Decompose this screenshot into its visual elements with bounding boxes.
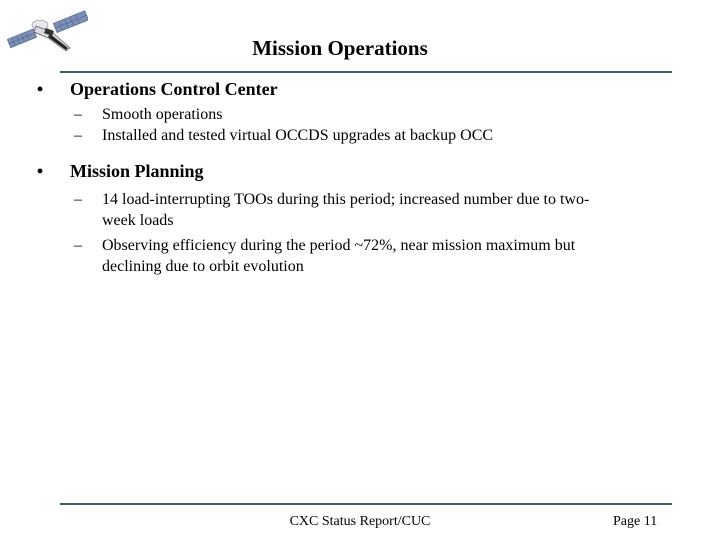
header-divider [60,71,672,73]
slide-content: • Operations Control Center – Smooth ope… [30,78,670,281]
sub-bullet: – Observing efficiency during the period… [30,235,622,277]
section-heading: Operations Control Center [70,79,278,99]
slide-title: Mission Operations [252,36,428,60]
sub-bullet: – Smooth operations [30,104,670,125]
section-mission-planning: • Mission Planning – 14 load-interruptin… [30,160,670,277]
section-heading: Mission Planning [70,161,204,181]
sub-bullet-text: Observing efficiency during the period ~… [102,237,576,275]
dash-icon: – [74,191,82,208]
bullet-icon: • [36,161,44,181]
dash-icon: – [74,106,82,123]
bullet-heading: • Mission Planning [30,160,670,182]
dash-icon: – [74,127,82,144]
bullet-heading: • Operations Control Center [30,78,670,100]
footer-title: CXC Status Report/CUC [289,514,431,529]
sub-bullet-text: 14 load-interrupting TOOs during this pe… [102,191,590,229]
sub-bullet-text: Smooth operations [102,106,223,123]
dash-icon: – [74,237,82,254]
sub-bullet-text: Installed and tested virtual OCCDS upgra… [102,127,494,144]
bullet-icon: • [36,79,44,99]
section-operations-control-center: • Operations Control Center – Smooth ope… [30,78,670,146]
page-number: Page 11 [613,514,658,529]
footer-divider [60,503,672,505]
sub-bullet: – Installed and tested virtual OCCDS upg… [30,125,670,146]
sub-bullet: – 14 load-interrupting TOOs during this … [30,189,622,231]
